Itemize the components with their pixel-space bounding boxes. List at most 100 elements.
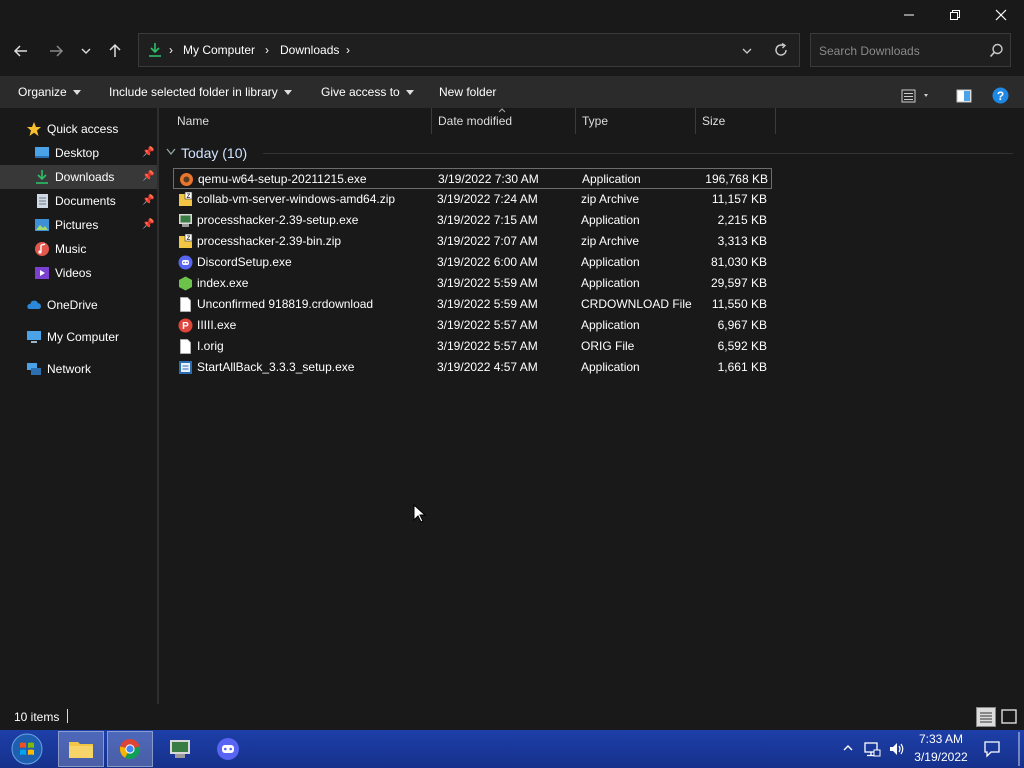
file-row[interactable]: processhacker-2.39-setup.exe 3/19/2022 7…: [173, 210, 772, 231]
minimize-icon[interactable]: [886, 0, 932, 30]
large-icons-view-toggle[interactable]: [999, 707, 1019, 727]
breadcrumb-downloads[interactable]: Downloads: [280, 34, 339, 66]
collapse-group-icon[interactable]: [166, 148, 176, 156]
file-row[interactable]: Z collab-vm-server-windows-amd64.zip 3/1…: [173, 189, 772, 210]
file-row[interactable]: I.orig 3/19/2022 5:57 AM ORIG File 6,592…: [173, 336, 772, 357]
file-name: processhacker-2.39-setup.exe: [197, 213, 359, 227]
details-view-toggle[interactable]: [976, 707, 996, 727]
search-box[interactable]: [810, 33, 1011, 67]
pin-icon[interactable]: 📌: [142, 141, 154, 165]
nav-desktop[interactable]: Desktop 📌: [0, 141, 157, 165]
column-header-size[interactable]: Size: [702, 108, 725, 134]
nav-label: Pictures: [55, 218, 99, 232]
file-size: 29,597 KB: [710, 276, 767, 290]
taskbar: 7:33 AM 3/19/2022: [0, 730, 1024, 768]
file-date: 3/19/2022 6:00 AM: [437, 255, 538, 269]
include-library-button[interactable]: Include selected folder in library: [109, 76, 292, 108]
file-size: 6,967 KB: [717, 318, 767, 332]
column-header-name[interactable]: Name: [177, 108, 209, 134]
taskbar-app[interactable]: [157, 731, 203, 767]
zip-icon: Z: [179, 234, 193, 248]
column-header-type[interactable]: Type: [582, 108, 608, 134]
notifications-icon[interactable]: [983, 740, 1001, 758]
chevron-right-icon[interactable]: ›: [346, 34, 350, 66]
view-options-button[interactable]: [900, 84, 930, 103]
restore-icon[interactable]: [932, 0, 978, 30]
nav-downloads[interactable]: Downloads 📌: [0, 165, 157, 189]
file-row[interactable]: StartAllBack_3.3.3_setup.exe 3/19/2022 4…: [173, 357, 772, 378]
nav-my-computer[interactable]: My Computer: [0, 325, 157, 349]
forward-button[interactable]: [44, 39, 68, 63]
svg-text:Z: Z: [187, 236, 191, 242]
group-header-today[interactable]: Today (10): [181, 144, 247, 162]
file-name: Unconfirmed 918819.crdownload: [197, 297, 374, 311]
new-folder-button[interactable]: New folder: [439, 76, 496, 108]
file-list: Name Date modified Type Size Today (10) …: [159, 108, 1024, 704]
organize-button[interactable]: Organize: [18, 76, 81, 108]
computer-icon: [27, 331, 41, 343]
help-button[interactable]: ?: [992, 84, 1009, 104]
column-divider[interactable]: [431, 108, 432, 134]
chevron-down-icon: [81, 48, 91, 54]
chevron-right-icon[interactable]: ›: [265, 34, 269, 66]
nav-network[interactable]: Network: [0, 357, 157, 381]
taskbar-file-explorer[interactable]: [58, 731, 104, 767]
file-row[interactable]: Z processhacker-2.39-bin.zip 3/19/2022 7…: [173, 231, 772, 252]
nav-label: OneDrive: [47, 298, 98, 312]
address-dropdown-icon[interactable]: [741, 45, 753, 57]
folder-icon: [69, 742, 93, 758]
search-input[interactable]: [819, 42, 979, 60]
volume-icon[interactable]: [888, 740, 906, 758]
give-access-button[interactable]: Give access to: [321, 76, 414, 108]
nav-label: Music: [55, 242, 87, 256]
file-row[interactable]: index.exe 3/19/2022 5:59 AM Application …: [173, 273, 772, 294]
chevron-right-icon[interactable]: ›: [169, 34, 173, 66]
taskbar-discord[interactable]: [205, 731, 251, 767]
network-status-icon[interactable]: [863, 740, 881, 758]
nav-label: Downloads: [55, 170, 115, 184]
pin-icon[interactable]: 📌: [142, 165, 154, 189]
file-row[interactable]: DiscordSetup.exe 3/19/2022 6:00 AM Appli…: [173, 252, 772, 273]
file-size: 1,661 KB: [717, 360, 767, 374]
recent-locations-button[interactable]: [74, 39, 98, 63]
nav-quick-access[interactable]: Quick access: [0, 117, 157, 141]
clock-date[interactable]: 3/19/2022: [913, 750, 969, 764]
file-row[interactable]: Unconfirmed 918819.crdownload 3/19/2022 …: [173, 294, 772, 315]
nav-music[interactable]: Music: [0, 237, 157, 261]
clock-time[interactable]: 7:33 AM: [913, 732, 969, 746]
search-icon[interactable]: [989, 43, 1004, 58]
nav-videos[interactable]: Videos: [0, 261, 157, 285]
up-button[interactable]: [103, 39, 127, 63]
file-date: 3/19/2022 7:07 AM: [437, 234, 538, 248]
column-divider[interactable]: [575, 108, 576, 134]
refresh-icon[interactable]: [773, 42, 789, 58]
svg-text:P: P: [182, 321, 189, 332]
file-date: 3/19/2022 7:24 AM: [437, 192, 538, 206]
breadcrumb-my-computer[interactable]: My Computer: [183, 34, 255, 66]
file-row[interactable]: P IIIII.exe 3/19/2022 5:57 AM Applicatio…: [173, 315, 772, 336]
status-bar: 10 items: [0, 704, 1024, 730]
address-bar[interactable]: › My Computer › Downloads ›: [138, 33, 800, 67]
nav-documents[interactable]: Documents 📌: [0, 189, 157, 213]
file-name: StartAllBack_3.3.3_setup.exe: [197, 360, 355, 374]
nav-onedrive[interactable]: OneDrive: [0, 293, 157, 317]
desktop-icon: [35, 147, 49, 158]
show-desktop-button[interactable]: [1018, 732, 1020, 766]
nav-label: Videos: [55, 266, 92, 280]
file-row[interactable]: qemu-w64-setup-20211215.exe 3/19/2022 7:…: [173, 168, 772, 189]
start-button[interactable]: [4, 731, 50, 767]
pin-icon[interactable]: 📌: [142, 213, 154, 237]
tray-overflow-icon[interactable]: [843, 744, 853, 752]
back-button[interactable]: [9, 39, 33, 63]
close-icon[interactable]: [978, 0, 1024, 30]
taskbar-chrome[interactable]: [107, 731, 153, 767]
column-divider[interactable]: [775, 108, 776, 134]
caret-down-icon: [405, 90, 414, 96]
nav-pictures[interactable]: Pictures 📌: [0, 213, 157, 237]
pin-icon[interactable]: 📌: [142, 189, 154, 213]
file-type: Application: [581, 276, 640, 290]
preview-pane-button[interactable]: [956, 84, 972, 103]
file-date: 3/19/2022 4:57 AM: [437, 360, 538, 374]
column-divider[interactable]: [695, 108, 696, 134]
give-access-label: Give access to: [321, 85, 400, 99]
